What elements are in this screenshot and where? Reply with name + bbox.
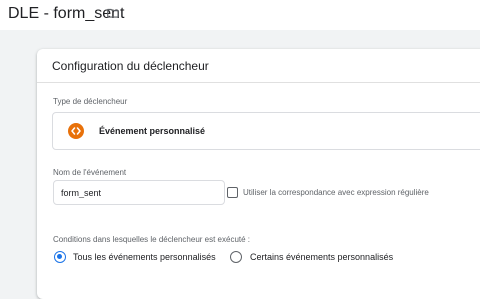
- custom-event-icon: [68, 123, 84, 139]
- card-header: Configuration du déclencheur: [37, 49, 480, 83]
- radio-some-custom-events[interactable]: [230, 251, 242, 263]
- trigger-type-selector[interactable]: Événement personnalisé: [52, 112, 480, 150]
- folder-icon[interactable]: [106, 6, 120, 20]
- radio-all-custom-events-label[interactable]: Tous les événements personnalisés: [73, 252, 216, 262]
- event-name-label: Nom de l'événement: [53, 168, 127, 177]
- conditions-label: Conditions dans lesquelles le déclencheu…: [53, 235, 251, 244]
- regex-checkbox-label[interactable]: Utiliser la correspondance avec expressi…: [243, 188, 429, 197]
- card-title: Configuration du déclencheur: [52, 59, 209, 73]
- top-bar: DLE - form_sent: [0, 0, 480, 30]
- trigger-type-label: Type de déclencheur: [53, 97, 128, 106]
- radio-some-custom-events-label[interactable]: Certains événements personnalisés: [250, 252, 393, 262]
- regex-checkbox[interactable]: [227, 187, 238, 198]
- trigger-type-value: Événement personnalisé: [99, 126, 206, 136]
- radio-all-custom-events[interactable]: [54, 251, 66, 263]
- trigger-configuration-card: Configuration du déclencheur Type de déc…: [37, 49, 480, 299]
- event-name-input[interactable]: [53, 180, 225, 205]
